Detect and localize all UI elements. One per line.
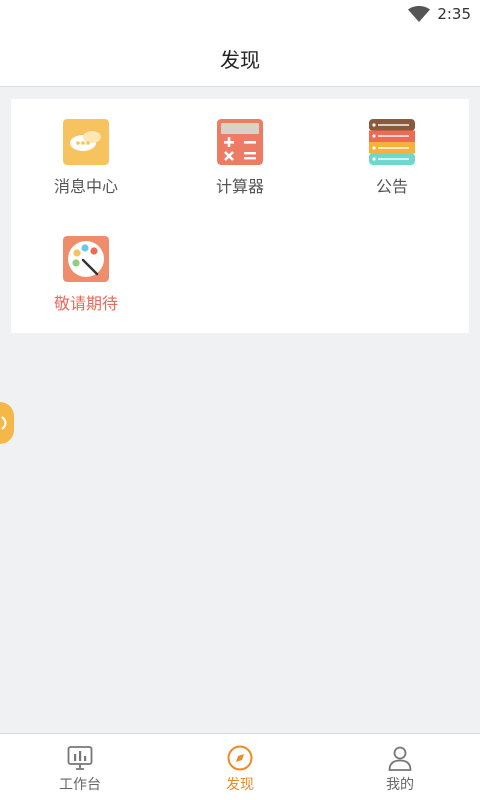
- speaker-icon: [1, 416, 7, 430]
- palette-icon: [63, 236, 109, 282]
- header: 发现: [0, 30, 480, 87]
- tab-label: 工作台: [59, 777, 101, 793]
- wifi-icon: [408, 6, 430, 22]
- floating-button[interactable]: [0, 402, 14, 444]
- list-icon: [369, 119, 415, 165]
- compass-icon: [227, 745, 253, 771]
- tab-label: 发现: [226, 777, 254, 793]
- chart-board-icon: [67, 746, 93, 770]
- chat-bubble-icon: [63, 119, 109, 165]
- grid-item-label: 敬请期待: [53, 294, 118, 313]
- status-bar: 2:35: [0, 0, 480, 30]
- bottom-tab-bar: 工作台 发现 我的: [0, 733, 480, 800]
- grid-item-label: 计算器: [215, 177, 264, 196]
- feature-grid: 消息中心 计算器 公告 敬请期待: [11, 99, 469, 333]
- grid-item-label: 消息中心: [53, 177, 118, 196]
- status-time: 2:35: [437, 5, 471, 23]
- grid-item-message-center[interactable]: 消息中心: [21, 99, 151, 199]
- grid-item-calculator[interactable]: 计算器: [175, 99, 305, 199]
- tab-discover[interactable]: 发现: [160, 734, 320, 800]
- grid-item-coming-soon[interactable]: 敬请期待: [21, 216, 151, 316]
- tab-workbench[interactable]: 工作台: [0, 734, 160, 800]
- person-icon: [388, 746, 412, 771]
- grid-item-announcement[interactable]: 公告: [327, 99, 457, 199]
- grid-item-label: 公告: [375, 177, 408, 196]
- tab-label: 我的: [386, 777, 414, 793]
- calculator-icon: [217, 119, 263, 165]
- tab-mine[interactable]: 我的: [320, 734, 480, 800]
- page-title: 发现: [220, 47, 260, 72]
